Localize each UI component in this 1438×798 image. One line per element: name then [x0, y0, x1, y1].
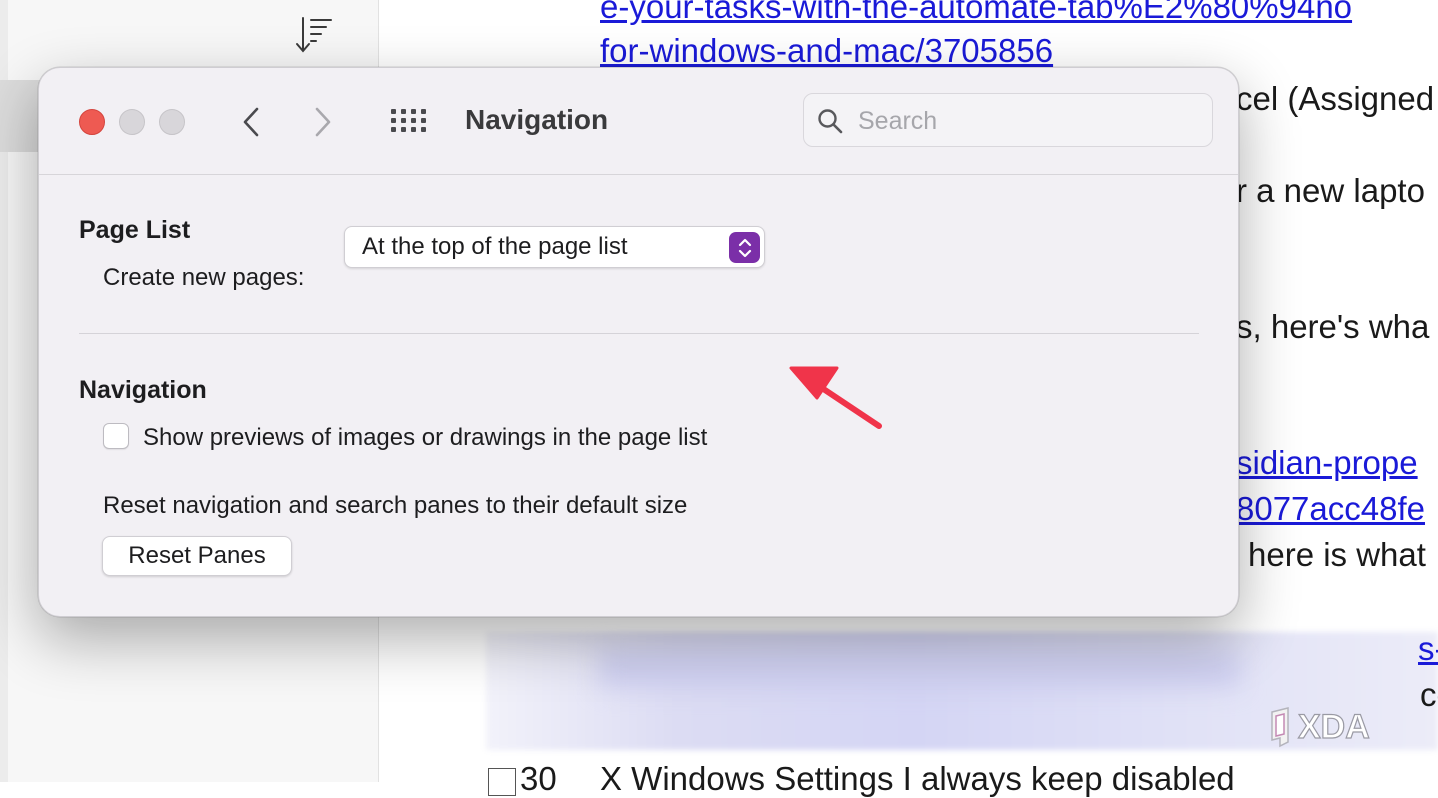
- popup-selected-value: At the top of the page list: [362, 233, 628, 260]
- annotation-arrow-icon: [789, 366, 882, 429]
- navigation-heading: Navigation: [79, 376, 207, 404]
- search-input[interactable]: [856, 104, 1200, 138]
- forward-button[interactable]: [303, 102, 343, 142]
- doc-link-line[interactable]: s-: [1418, 630, 1438, 668]
- close-window-button[interactable]: [79, 109, 105, 135]
- doc-text-line: s, here's wha: [1236, 308, 1430, 345]
- show-previews-label[interactable]: Show previews of images or drawings in t…: [143, 424, 707, 452]
- dialog-titlebar: Navigation: [39, 68, 1238, 175]
- minimize-window-button[interactable]: [119, 109, 145, 135]
- section-divider: [79, 333, 1199, 334]
- back-icon: [243, 107, 259, 137]
- page-list-heading: Page List: [79, 216, 191, 244]
- blurred-line: [600, 650, 1240, 688]
- doc-text-line: X Windows Settings I always keep disable…: [600, 760, 1235, 797]
- forward-icon: [315, 107, 331, 137]
- table-cell: [488, 768, 516, 796]
- xda-watermark-logo: XDA: [1271, 707, 1370, 748]
- preferences-dialog: Navigation Page List Create new pages: A…: [38, 67, 1239, 617]
- create-new-pages-label: Create new pages:: [103, 264, 305, 291]
- doc-text-line: here is what: [1248, 536, 1426, 573]
- reset-description: Reset navigation and search panes to the…: [103, 492, 688, 519]
- reset-panes-button[interactable]: Reset Panes: [102, 536, 292, 576]
- zoom-window-button[interactable]: [159, 109, 185, 135]
- watermark-text: XDA: [1298, 708, 1370, 746]
- grid-icon[interactable]: [389, 106, 429, 136]
- search-field[interactable]: [803, 93, 1213, 147]
- doc-text-line: co: [1420, 676, 1438, 713]
- sort-icon[interactable]: [294, 14, 334, 56]
- doc-link-line[interactable]: 8077acc48fe: [1236, 490, 1425, 528]
- doc-text-line: cel (Assigned: [1236, 80, 1435, 117]
- create-new-pages-popup[interactable]: At the top of the page list: [344, 226, 765, 268]
- doc-link-line[interactable]: e-your-tasks-with-the-automate-tab%E2%80…: [600, 0, 1352, 26]
- back-button[interactable]: [231, 102, 271, 142]
- dialog-title: Navigation: [465, 104, 609, 135]
- doc-text-line: 30: [520, 760, 557, 797]
- doc-text-line: r a new lapto: [1236, 172, 1425, 209]
- doc-link-line[interactable]: for-windows-and-mac/3705856: [600, 32, 1053, 70]
- search-icon: [818, 109, 843, 134]
- chevron-updown-icon[interactable]: [729, 232, 760, 263]
- show-previews-checkbox[interactable]: [103, 423, 129, 449]
- doc-link-line[interactable]: sidian-prope: [1236, 444, 1418, 482]
